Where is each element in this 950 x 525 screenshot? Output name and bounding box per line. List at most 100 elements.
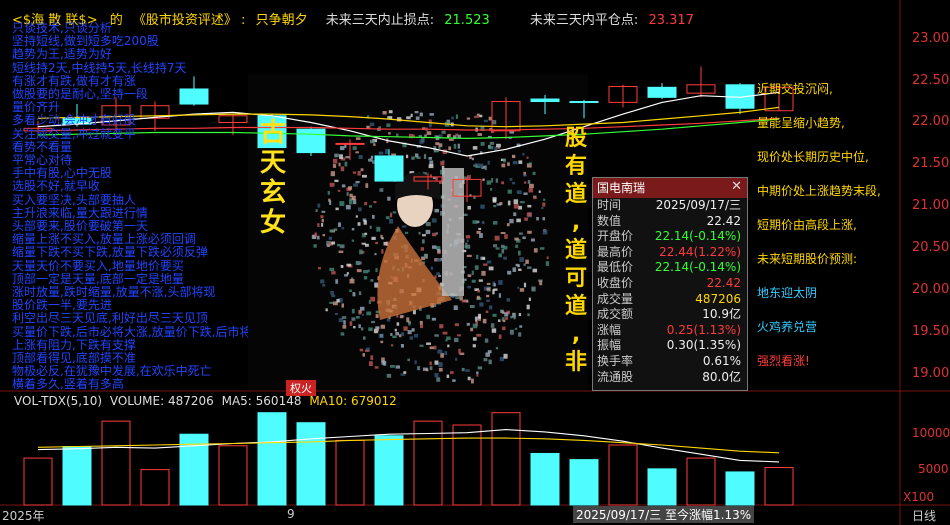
popup-row-value: 0.25(1.13%) xyxy=(666,322,741,337)
volume-bar[interactable] xyxy=(608,444,638,506)
price-axis-tick: 21.00 xyxy=(912,198,950,214)
price-axis-tick: 19.50 xyxy=(912,323,950,339)
banner-char: 女 xyxy=(259,208,286,238)
popup-row: 收盘价 22.42 xyxy=(593,276,747,292)
forecast-line: 未来短期股价预测: xyxy=(757,252,858,266)
banner-right-column: 股有道,道可道,非 xyxy=(561,125,591,377)
banner-left-column: 古天玄女 xyxy=(258,118,288,238)
advice-line: 缩量下跌不买下跌,放量下跌必须反弹 xyxy=(12,245,208,260)
advice-line: 买入要坚决,头部要抽人 xyxy=(12,192,136,207)
stock-info-popup[interactable]: 国电南瑞 ✕ 时间 2025/09/17/三 数值 22.42 开盘价 22.14(-0.… xyxy=(592,177,748,391)
volume-bar[interactable] xyxy=(257,412,287,506)
close-position-value: 23.317 xyxy=(648,13,694,28)
popup-row-label: 换手率 xyxy=(597,353,634,368)
popup-row: 换手率 0.61% xyxy=(593,354,747,370)
popup-row: 成交量 487206 xyxy=(593,292,747,308)
popup-row: 最高价 22.44(1.22%) xyxy=(593,245,747,261)
motto: 只争朝夕 xyxy=(255,13,308,28)
advice-line: 利空出尽三天见底,利好出尽三天见顶 xyxy=(12,311,208,326)
price-axis-tick: 23.00 xyxy=(912,30,950,46)
popup-row-value: 22.42 xyxy=(706,213,741,228)
forecast-line: 中期价处上涨趋势末段, xyxy=(757,184,881,198)
popup-title: 国电南瑞 xyxy=(593,178,747,198)
volume-ma10: MA10: 679012 xyxy=(309,394,397,408)
volume-ma5: MA5: 560148 xyxy=(221,394,302,408)
popup-row-value: 22.14(-0.14%) xyxy=(654,260,741,275)
volume-bar[interactable] xyxy=(23,457,53,506)
volume-bar[interactable] xyxy=(296,422,326,506)
candlestick[interactable] xyxy=(296,126,326,156)
close-position-label: 未来三天内平仓点: xyxy=(529,13,639,28)
banner-char: 道 xyxy=(564,294,587,319)
candle-body xyxy=(647,86,677,98)
candle-body xyxy=(296,128,326,154)
volume-bar[interactable] xyxy=(218,445,248,506)
volume-bar[interactable] xyxy=(725,471,755,506)
volume-bar[interactable] xyxy=(764,467,794,506)
candle-body xyxy=(335,142,365,145)
volume-bar[interactable] xyxy=(491,412,521,506)
popup-row-value: 22.44(1.22%) xyxy=(659,244,741,259)
advice-line: 趋势为王,适势为好 xyxy=(12,47,112,62)
candle-body xyxy=(374,155,404,182)
volume-bar[interactable] xyxy=(101,420,131,506)
period-label[interactable]: 日线 xyxy=(912,507,936,524)
banner-char: 天 xyxy=(259,148,286,178)
popup-row: 最低价 22.14(-0.14%) xyxy=(593,260,747,276)
banner-char: 股 xyxy=(564,126,587,151)
popup-row-label: 开盘价 xyxy=(597,229,634,244)
advice-line: 天量天价不要买入,地量地价要买 xyxy=(12,258,184,273)
banner-char: 可 xyxy=(564,266,587,291)
price-axis-tick: 21.50 xyxy=(912,156,950,172)
popup-row-value: 2025/09/17/三 xyxy=(655,198,741,212)
volume-bar[interactable] xyxy=(647,468,677,506)
forecast-line: 火鸡养兑营 xyxy=(757,320,818,334)
banner-char: , xyxy=(571,210,581,235)
banner-char: 道 xyxy=(564,238,587,263)
popup-row-label: 成交量 xyxy=(597,291,634,306)
candlestick[interactable] xyxy=(647,83,677,100)
volume-bar[interactable] xyxy=(335,439,365,506)
volume-bar[interactable] xyxy=(374,435,404,506)
popup-row-label: 成交额 xyxy=(597,307,634,322)
popup-row: 时间 2025/09/17/三 xyxy=(593,198,747,214)
forecast-line: 量能呈缩小趋势, xyxy=(757,116,845,130)
popup-row-value: 22.42 xyxy=(706,275,741,290)
price-axis-tick: 22.50 xyxy=(912,72,950,88)
price-axis-tick: 22.00 xyxy=(912,114,950,130)
volume-bar[interactable] xyxy=(686,457,716,506)
banner-char: 古 xyxy=(259,118,286,148)
volume-bar[interactable] xyxy=(569,459,599,506)
banner-char: , xyxy=(571,322,581,347)
volume-bar[interactable] xyxy=(140,469,170,506)
forecast-line: 近期交投沉闷, xyxy=(757,82,833,96)
popup-row-label: 最低价 xyxy=(597,260,634,275)
popup-row: 数值 22.42 xyxy=(593,214,747,230)
candle-body xyxy=(569,101,599,104)
forecast-line: 短期价由高段上涨, xyxy=(757,218,857,232)
banner-char: 非 xyxy=(564,350,587,375)
volume-bar[interactable] xyxy=(62,446,92,506)
volume-indicator-name[interactable]: VOL-TDX(5,10) xyxy=(14,394,102,408)
close-icon[interactable]: ✕ xyxy=(731,179,742,194)
price-axis-tick: 20.50 xyxy=(912,240,950,256)
volume-bar[interactable] xyxy=(530,452,560,506)
popup-row-label: 振幅 xyxy=(597,338,622,353)
popup-rows: 时间 2025/09/17/三 数值 22.42 开盘价 22.14(-0.14%) 最高价… xyxy=(593,198,747,385)
price-axis-tick: 20.00 xyxy=(912,281,950,297)
stop-loss-value: 21.523 xyxy=(444,13,490,28)
volume-value: VOLUME: 487206 xyxy=(109,394,214,408)
volume-header: VOL-TDX(5,10) VOLUME: 487206 MA5: 560148… xyxy=(14,394,397,408)
candlestick[interactable] xyxy=(725,83,755,115)
popup-row-label: 收盘价 xyxy=(597,275,634,290)
popup-row-value: 0.30(1.35%) xyxy=(666,338,741,353)
popup-row: 开盘价 22.14(-0.14%) xyxy=(593,229,747,245)
advice-line: 选股不好,就早收 xyxy=(12,179,100,194)
left-advice-pane: 只谈技术,只谈分析 坚持短线,做到短多吃200股 趋势为王,适势为好 短线持2天,中线… xyxy=(12,22,248,390)
volume-bar[interactable] xyxy=(452,424,482,506)
volume-axis-unit: X100 xyxy=(903,490,935,504)
volume-ma-line xyxy=(37,437,780,454)
candlestick[interactable] xyxy=(686,66,716,98)
popup-row: 振幅 0.30(1.35%) xyxy=(593,338,747,354)
candlestick[interactable] xyxy=(608,84,638,108)
